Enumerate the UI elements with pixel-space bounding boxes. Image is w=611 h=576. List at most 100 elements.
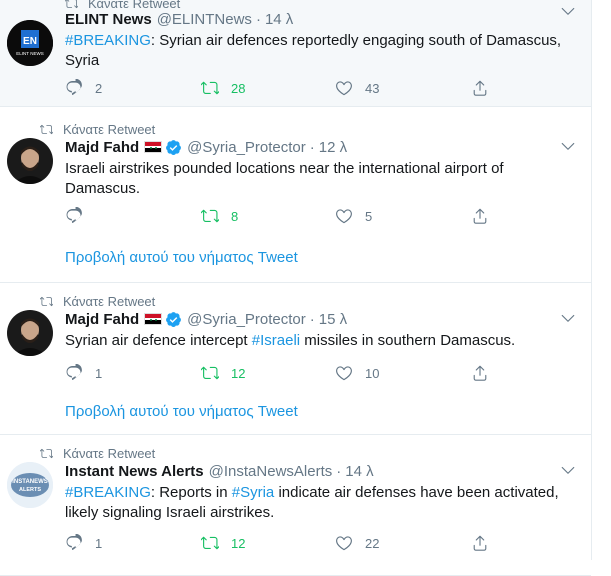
tweet[interactable]: Κάνατε Retweet EN ELINT NEWS ELINT News … (0, 0, 591, 107)
timestamp[interactable]: 14 λ (265, 11, 293, 28)
reply-button[interactable]: 1 (65, 532, 102, 554)
reply-button[interactable]: 2 (65, 77, 102, 99)
retweet-icon (201, 207, 219, 225)
tweet-body: Majd Fahd @Syria_Protector · 12 λ Israel… (65, 137, 577, 199)
verified-badge-icon (165, 311, 182, 328)
retweet-icon (40, 123, 53, 136)
chevron-down-icon[interactable] (559, 2, 577, 20)
separator-dot: · (309, 310, 315, 328)
heart-icon (335, 79, 353, 97)
separator-dot: · (309, 138, 315, 156)
tweet-actions: 2 28 43 (65, 77, 495, 99)
tweet-header: ELINT News @ELINTNews · 14 λ (65, 9, 577, 29)
author-handle[interactable]: @InstaNewsAlerts (209, 463, 333, 480)
tweet-text-segment: Syrian air defence intercept (65, 332, 252, 349)
reply-count: 1 (95, 365, 103, 381)
reply-icon (65, 207, 83, 225)
reply-count: 1 (95, 535, 103, 551)
tweet-text-segment: : Reports in (150, 484, 232, 501)
author-handle[interactable]: @Syria_Protector (187, 139, 306, 156)
avatar[interactable]: EN ELINT NEWS (7, 20, 53, 66)
like-button[interactable]: 10 (335, 362, 379, 384)
hashtag-link[interactable]: #BREAKING (65, 32, 151, 49)
retweet-context: Κάνατε Retweet (40, 122, 155, 137)
reply-button[interactable]: 1 (65, 362, 102, 384)
like-count: 10 (365, 365, 380, 381)
heart-icon (335, 534, 353, 552)
tweet[interactable]: Κάνατε Retweet Majd Fahd @Syria_Protecto… (0, 283, 591, 435)
svg-text:EN: EN (23, 36, 37, 47)
show-thread-link[interactable]: Προβολή αυτού του νήματος Tweet (65, 249, 298, 266)
tweet-actions: 8 5 (65, 205, 495, 227)
like-button[interactable]: 5 (335, 205, 372, 227)
reply-icon (65, 79, 83, 97)
retweet-context: Κάνατε Retweet (40, 446, 155, 461)
share-button[interactable] (471, 362, 489, 384)
avatar[interactable]: INSTANEWS ALERTS (7, 462, 53, 508)
retweet-icon (201, 79, 219, 97)
timestamp[interactable]: 12 λ (319, 139, 347, 156)
retweet-button[interactable]: 12 (201, 362, 245, 384)
heart-icon (335, 364, 353, 382)
user-photo-icon (7, 310, 53, 356)
retweet-context-label: Κάνατε Retweet (63, 446, 156, 461)
retweet-icon (40, 295, 53, 308)
share-button[interactable] (471, 205, 489, 227)
like-button[interactable]: 22 (335, 532, 379, 554)
tweet[interactable]: Κάνατε Retweet Majd Fahd @Syria_Protecto… (0, 107, 591, 283)
author-name[interactable]: Majd Fahd (65, 139, 139, 156)
chevron-down-icon[interactable] (559, 461, 577, 479)
show-thread-link[interactable]: Προβολή αυτού του νήματος Tweet (65, 403, 298, 420)
tweet-text: #BREAKING: Reports in #Syria indicate ai… (65, 483, 577, 523)
author-handle[interactable]: @Syria_Protector (187, 311, 306, 328)
tweet-body: ELINT News @ELINTNews · 14 λ #BREAKING: … (65, 9, 577, 71)
reply-button[interactable] (65, 205, 83, 227)
tweet-header: Instant News Alerts @InstaNewsAlerts · 1… (65, 461, 577, 481)
retweet-button[interactable]: 8 (201, 205, 238, 227)
retweet-count: 12 (231, 535, 246, 551)
share-icon (471, 79, 489, 97)
avatar[interactable] (7, 138, 53, 184)
tweet-body: Instant News Alerts @InstaNewsAlerts · 1… (65, 461, 577, 523)
hashtag-link[interactable]: #BREAKING (65, 484, 151, 501)
author-name[interactable]: Instant News Alerts (65, 463, 204, 480)
syria-flag-icon (144, 141, 163, 153)
retweet-icon (201, 534, 219, 552)
chevron-down-icon[interactable] (559, 137, 577, 155)
reply-count: 2 (95, 80, 103, 96)
verified-badge-icon (165, 139, 182, 156)
avatar[interactable] (7, 310, 53, 356)
reply-icon (65, 534, 83, 552)
retweet-count: 12 (231, 365, 246, 381)
retweet-button[interactable]: 28 (201, 77, 245, 99)
svg-text:ELINT NEWS: ELINT NEWS (16, 51, 43, 56)
timestamp[interactable]: 14 λ (345, 463, 373, 480)
retweet-icon (40, 447, 53, 460)
retweet-context-label: Κάνατε Retweet (63, 122, 156, 137)
author-name[interactable]: ELINT News (65, 11, 152, 28)
svg-text:INSTANEWS: INSTANEWS (12, 479, 48, 485)
author-handle[interactable]: @ELINTNews (157, 11, 252, 28)
retweet-count: 8 (231, 208, 239, 224)
separator-dot: · (336, 462, 342, 480)
like-count: 22 (365, 535, 380, 551)
like-button[interactable]: 43 (335, 77, 379, 99)
retweet-button[interactable]: 12 (201, 532, 245, 554)
share-button[interactable] (471, 532, 489, 554)
heart-icon (335, 207, 353, 225)
retweet-context: Κάνατε Retweet (40, 294, 155, 309)
retweet-icon (201, 364, 219, 382)
like-count: 5 (365, 208, 373, 224)
chevron-down-icon[interactable] (559, 309, 577, 327)
tweet-text: #BREAKING: Syrian air defences reportedl… (65, 31, 577, 71)
like-count: 43 (365, 80, 380, 96)
tweet-actions: 1 12 10 (65, 362, 495, 384)
author-name[interactable]: Majd Fahd (65, 311, 139, 328)
tweet[interactable]: Κάνατε Retweet INSTANEWS ALERTS Instant … (0, 435, 591, 576)
timestamp[interactable]: 15 λ (319, 311, 347, 328)
share-button[interactable] (471, 77, 489, 99)
timeline: Κάνατε Retweet EN ELINT NEWS ELINT News … (0, 0, 592, 576)
hashtag-link[interactable]: #Israeli (252, 332, 300, 349)
hashtag-link[interactable]: #Syria (232, 484, 275, 501)
instant-news-logo-icon: INSTANEWS ALERTS (7, 462, 53, 508)
